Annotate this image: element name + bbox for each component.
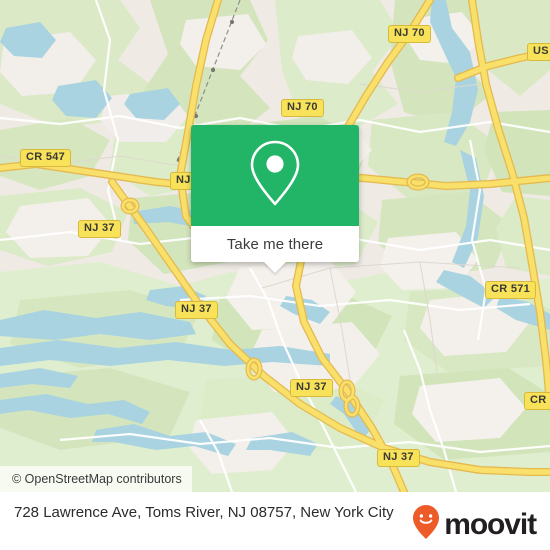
osm-attribution[interactable]: © OpenStreetMap contributors <box>0 466 192 492</box>
popup-action-bar[interactable]: Take me there <box>191 226 359 273</box>
road-shield: CR 5 <box>524 392 550 410</box>
road-shield: NJ 70 <box>388 25 431 43</box>
road-shield: NJ 37 <box>290 379 333 397</box>
moovit-pin-smile-icon <box>412 504 440 545</box>
road-shield: NJ 37 <box>78 220 121 238</box>
road-shield: NJ 70 <box>281 99 324 117</box>
moovit-wordmark: moovit <box>444 507 537 541</box>
map-pin-icon <box>247 138 303 213</box>
popup-pointer-tail <box>264 262 286 273</box>
road-shield: CR 547 <box>20 149 72 167</box>
road-shield: NJ 37 <box>175 301 218 319</box>
take-me-there-popup[interactable]: Take me there <box>191 125 359 273</box>
road-shield: NJ 37 <box>377 449 420 467</box>
take-me-there-label: Take me there <box>226 235 324 253</box>
road-shield: US <box>527 43 550 61</box>
map-screenshot: NJ 70 US NJ 70 CR 547 NJ NJ 37 CR 571 NJ 37 NJ 3… <box>0 0 550 550</box>
address-caption: 728 Lawrence Ave, Toms River, NJ 08757, … <box>14 504 394 521</box>
popup-header <box>191 125 359 226</box>
moovit-logo[interactable]: moovit <box>412 500 537 545</box>
road-shield: CR 571 <box>485 281 537 299</box>
caption-bar: 728 Lawrence Ave, Toms River, NJ 08757, … <box>0 492 550 550</box>
